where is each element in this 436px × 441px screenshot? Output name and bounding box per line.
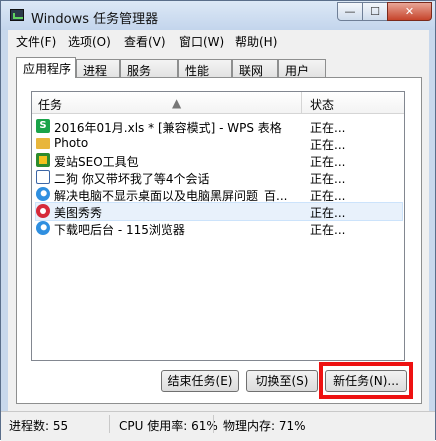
- tab-users[interactable]: 用户: [278, 59, 326, 78]
- task-name: 爱站SEO工具包: [54, 155, 139, 169]
- title-bar[interactable]: Windows 任务管理器 — ☐ ✕: [1, 1, 435, 30]
- seo-toolkit-icon: [36, 153, 50, 167]
- task-status: 正在...: [310, 189, 346, 203]
- task-status: 正在...: [310, 206, 346, 220]
- task-manager-icon: [10, 9, 24, 21]
- table-row[interactable]: Photo 正在...: [36, 135, 402, 152]
- tab-processes[interactable]: 进程: [76, 59, 120, 78]
- menu-file[interactable]: 文件(F): [16, 33, 56, 50]
- task-name: 下载吧后台 - 115浏览器: [54, 223, 185, 237]
- minimize-button[interactable]: —: [337, 2, 363, 21]
- task-name: 美图秀秀: [54, 206, 103, 220]
- menu-options[interactable]: 选项(O): [68, 33, 111, 50]
- tab-services[interactable]: 服务: [120, 59, 178, 78]
- task-name: 解决电脑不显示桌面以及电脑黑屏问题_百...: [54, 189, 288, 203]
- folder-icon: [36, 138, 50, 149]
- tab-performance[interactable]: 性能: [178, 59, 232, 78]
- menu-window[interactable]: 窗口(W): [179, 33, 224, 50]
- table-row[interactable]: 解决电脑不显示桌面以及电脑黑屏问题_百... 正在...: [36, 186, 402, 203]
- task-status: 正在...: [310, 223, 346, 237]
- close-button[interactable]: ✕: [387, 2, 432, 21]
- table-row[interactable]: 下载吧后台 - 115浏览器 正在...: [36, 220, 402, 237]
- column-status-label[interactable]: 状态: [310, 96, 334, 113]
- table-row[interactable]: 爱站SEO工具包 正在...: [36, 152, 402, 169]
- end-task-button[interactable]: 结束任务(E): [161, 370, 239, 392]
- task-name: Photo: [54, 136, 89, 150]
- menu-bar: 文件(F) 选项(O) 查看(V) 窗口(W) 帮助(H): [8, 30, 429, 50]
- task-status: 正在...: [310, 172, 346, 186]
- column-task-label: 任务: [38, 98, 63, 112]
- highlight-box: [319, 362, 413, 399]
- browser-icon: [36, 221, 50, 235]
- task-status: 正在...: [310, 121, 346, 135]
- sort-arrow-icon: ▲: [172, 96, 182, 110]
- task-name: 二狗 你又带坏我了等4个会话: [54, 172, 210, 186]
- status-divider: [213, 415, 214, 433]
- menu-help[interactable]: 帮助(H): [235, 33, 277, 50]
- task-manager-window: Windows 任务管理器 — ☐ ✕ 文件(F) 选项(O) 查看(V) 窗口…: [0, 0, 436, 441]
- status-divider: [109, 415, 110, 433]
- chat-icon: [36, 170, 50, 184]
- table-row-selected[interactable]: 美图秀秀 正在...: [35, 202, 403, 221]
- table-row[interactable]: S 2016年01月.xls * [兼容模式] - WPS 表格 正在...: [36, 118, 402, 135]
- window-title: Windows 任务管理器: [31, 12, 159, 27]
- list-header: ▲ 任务 状态: [32, 92, 404, 114]
- task-name: 2016年01月.xls * [兼容模式] - WPS 表格: [54, 121, 282, 135]
- task-status: 正在...: [310, 138, 346, 152]
- task-list[interactable]: ▲ 任务 状态 S 2016年01月.xls * [兼容模式] - WPS 表格…: [31, 91, 405, 361]
- status-bar: 进程数: 55 CPU 使用率: 61% 物理内存: 71%: [1, 411, 435, 441]
- memory-usage: 物理内存: 71%: [223, 419, 306, 433]
- tab-networking[interactable]: 联网: [232, 59, 278, 78]
- task-status: 正在...: [310, 155, 346, 169]
- maximize-button[interactable]: ☐: [362, 2, 388, 21]
- menu-view[interactable]: 查看(V): [124, 33, 166, 50]
- column-header-task[interactable]: ▲ 任务: [32, 92, 302, 113]
- tab-applications[interactable]: 应用程序: [16, 57, 76, 78]
- table-row[interactable]: 二狗 你又带坏我了等4个会话 正在...: [36, 169, 402, 186]
- cpu-usage: CPU 使用率: 61%: [119, 419, 218, 433]
- wps-spreadsheet-icon: S: [36, 119, 50, 133]
- switch-to-button[interactable]: 切换至(S): [246, 370, 318, 392]
- browser-icon: [36, 187, 50, 201]
- process-count: 进程数: 55: [9, 419, 69, 433]
- meitu-icon: [36, 204, 50, 218]
